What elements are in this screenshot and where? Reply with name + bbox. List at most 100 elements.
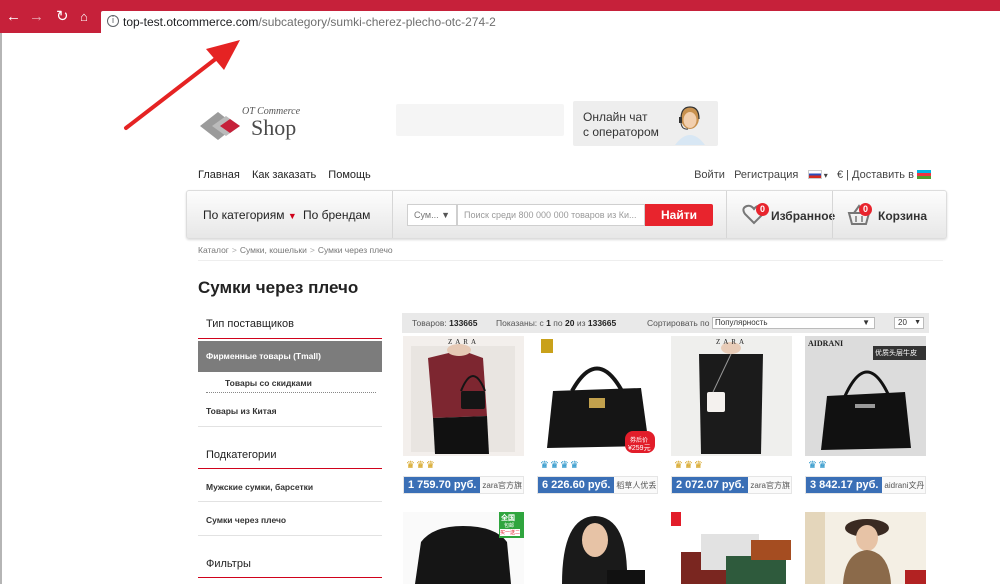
operator-avatar	[670, 103, 710, 145]
page-title: Сумки через плечо	[198, 278, 359, 297]
search-button[interactable]: Найти	[645, 204, 713, 226]
product-price-row: 3 842.17 руб. aidrani文丹	[805, 476, 926, 494]
subcategories-heading: Подкатегории	[206, 449, 277, 461]
product-price-row: 1 759.70 руб. zara官方旗	[403, 476, 524, 494]
divider	[392, 191, 393, 238]
product-brand: ZARA	[447, 338, 480, 346]
cart-link[interactable]: 0 Корзина	[847, 203, 927, 228]
caret-down-icon: ▼	[862, 318, 870, 327]
product-shop[interactable]: zara官方旗	[750, 481, 790, 490]
reload-icon[interactable]: ↻	[56, 9, 69, 24]
product-brand-cn: 优质头层牛皮	[875, 350, 917, 357]
back-icon[interactable]: ←	[6, 9, 21, 24]
nav-help-link[interactable]: Помощь	[328, 169, 371, 181]
delivery-country-flag-icon[interactable]	[917, 170, 931, 179]
goods-count: Товаров: 133665	[412, 318, 478, 328]
sidebar-item-tmall[interactable]: Фирменные товары (Tmall)	[198, 341, 382, 372]
language-dropdown-icon[interactable]: ▾	[822, 171, 828, 180]
product-image[interactable]: ZARA	[671, 336, 792, 456]
annotation-arrow	[124, 40, 240, 130]
header-banner-placeholder	[396, 104, 564, 136]
sidebar-item-discounts[interactable]: Товары со скидками	[225, 378, 312, 388]
product-image[interactable]: AIDRANI 优质头层牛皮	[805, 336, 926, 456]
breadcrumb: Каталог > Сумки, кошельки > Сумки через плеч…	[198, 245, 393, 255]
seller-rating-diamonds-icon: ♛♛	[808, 460, 828, 471]
product-price: 2 072.07 руб.	[672, 477, 749, 493]
supplier-type-heading: Тип поставщиков	[206, 318, 294, 330]
cart-count-badge: 0	[859, 203, 872, 216]
product-image[interactable]	[671, 512, 792, 584]
product-price: 3 842.17 руб.	[806, 477, 883, 493]
seller-rating-crowns-icon: ♛♛♛	[406, 460, 436, 471]
product-price: 6 226.60 руб.	[538, 477, 615, 493]
search-input[interactable]: Поиск среди 800 000 000 товаров из Ки...	[457, 204, 645, 226]
by-brand-link[interactable]: По брендам	[303, 208, 370, 222]
online-chat-widget[interactable]: Онлайн чат с оператором	[573, 101, 718, 146]
free-shipping-badge: 包邮	[504, 523, 515, 529]
results-toolbar: Товаров: 133665 Показаны: с 1 по 20 из 1…	[402, 313, 929, 333]
top-navigation: Главная Как заказать Помощь	[198, 169, 380, 181]
sidebar-item-shoulder-bags[interactable]: Сумки через плечо	[206, 515, 286, 525]
search-category-select[interactable]: Сум... ▼	[407, 204, 457, 226]
caret-down-icon: ▼	[914, 319, 921, 326]
seller-rating-crowns-icon: ♛♛♛	[674, 460, 704, 471]
register-link[interactable]: Регистрация	[734, 169, 798, 181]
divider	[726, 191, 727, 238]
info-icon[interactable]: i	[107, 15, 119, 27]
nav-how-to-order-link[interactable]: Как заказать	[252, 169, 316, 181]
favorites-count-badge: 0	[756, 203, 769, 216]
breadcrumb-catalog-link[interactable]: Каталог	[198, 245, 229, 255]
account-bar: Войти Регистрация ▾ € | Доставить в	[694, 169, 931, 181]
product-image[interactable]	[537, 512, 658, 584]
product-shop[interactable]: aidrani文丹	[884, 481, 924, 490]
shop-logo[interactable]: OT Commerce Shop	[198, 104, 323, 146]
divider	[198, 426, 382, 427]
gift-badge: 买一送二	[500, 529, 521, 536]
window-edge	[0, 33, 2, 584]
product-image[interactable]: 券后价 ¥259元	[537, 336, 658, 456]
dotted-divider	[206, 392, 376, 393]
product-brand: ZARA	[715, 338, 748, 346]
caret-down-icon: ▼	[441, 210, 451, 220]
product-brand: AIDRANI	[808, 339, 844, 348]
catalog-search-bar: По категориям ▼ По брендам Сум... ▼ Поис…	[186, 190, 947, 239]
heading-underline	[198, 468, 382, 469]
favorites-link[interactable]: 0 Избранное	[742, 203, 835, 228]
nav-home-link[interactable]: Главная	[198, 169, 240, 181]
seller-rating-diamonds-icon: ♛♛♛♛	[540, 460, 580, 471]
product-shop[interactable]: 稻草人优丢	[616, 481, 656, 490]
divider	[198, 535, 382, 536]
forward-icon[interactable]: →	[29, 9, 44, 24]
product-image[interactable]	[805, 512, 926, 584]
product-price: 1 759.70 руб.	[404, 477, 481, 493]
sidebar-item-mens-bags[interactable]: Мужские сумки, барсетки	[206, 482, 313, 492]
product-image[interactable]: 全国 包邮 买一送二	[403, 512, 524, 584]
browser-toolbar: ← → ↻ ⌂ i top-test.otcommerce.com/subcat…	[0, 0, 1000, 33]
product-price-row: 2 072.07 руб. zara官方旗	[671, 476, 792, 494]
promo-price: ¥259元	[628, 445, 651, 452]
home-icon[interactable]: ⌂	[80, 9, 88, 24]
address-bar[interactable]: i top-test.otcommerce.com/subcategory/su…	[101, 11, 1000, 33]
sort-label: Сортировать по	[647, 318, 710, 328]
by-category-dropdown[interactable]: По категориям ▼	[203, 208, 297, 222]
product-shop[interactable]: zara官方旗	[482, 481, 522, 490]
sort-select[interactable]: Популярность ▼	[712, 317, 875, 329]
login-link[interactable]: Войти	[694, 169, 725, 181]
url-text: top-test.otcommerce.com/subcategory/sumk…	[123, 15, 496, 29]
currency-delivery-link[interactable]: € | Доставить в	[837, 169, 914, 181]
divider	[832, 191, 833, 238]
product-price-row: 6 226.60 руб. 稻草人优丢	[537, 476, 658, 494]
browser-window: ← → ↻ ⌂ i top-test.otcommerce.com/subcat…	[0, 0, 1000, 584]
filters-heading: Фильтры	[206, 558, 251, 570]
heading-underline	[198, 338, 382, 339]
heading-underline	[198, 577, 382, 578]
divider	[198, 501, 382, 502]
breadcrumb-bags-link[interactable]: Сумки, кошельки	[240, 245, 307, 255]
per-page-select[interactable]: 20 ▼	[894, 317, 924, 329]
language-flag-icon[interactable]	[807, 170, 822, 179]
logo-title: Shop	[251, 115, 297, 140]
product-image[interactable]: ZARA	[403, 336, 524, 456]
breadcrumb-current: Сумки через плечо	[317, 245, 393, 255]
sidebar-item-china[interactable]: Товары из Китая	[206, 406, 277, 416]
shown-range: Показаны: с 1 по 20 из 133665	[496, 318, 617, 328]
